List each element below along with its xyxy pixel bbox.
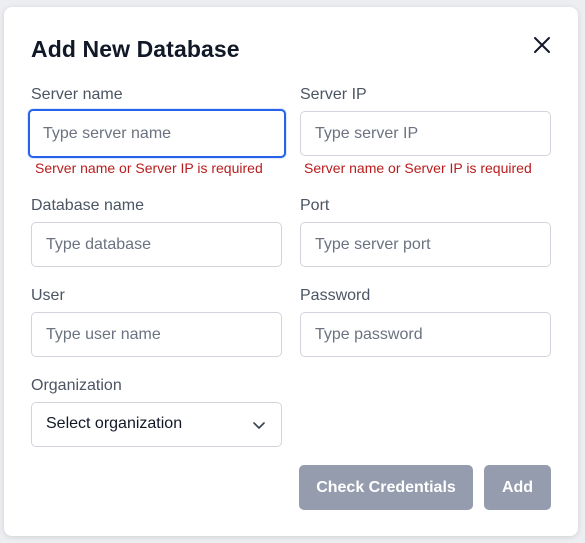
check-credentials-button[interactable]: Check Credentials bbox=[299, 465, 473, 510]
add-database-modal: Add New Database Server name Server name… bbox=[4, 7, 578, 536]
chevron-down-icon bbox=[253, 422, 265, 429]
server-ip-label: Server IP bbox=[300, 86, 367, 103]
user-input[interactable] bbox=[31, 312, 282, 357]
server-ip-input[interactable] bbox=[300, 111, 551, 156]
database-name-label: Database name bbox=[31, 197, 144, 214]
organization-select[interactable]: Select organization bbox=[31, 402, 282, 447]
server-name-error: Server name or Server IP is required bbox=[35, 160, 263, 176]
close-button[interactable] bbox=[530, 33, 554, 57]
modal-title: Add New Database bbox=[31, 36, 240, 62]
server-name-input[interactable] bbox=[28, 109, 286, 158]
server-name-label: Server name bbox=[31, 86, 123, 103]
password-input[interactable] bbox=[300, 312, 551, 357]
server-ip-error: Server name or Server IP is required bbox=[304, 160, 532, 176]
user-label: User bbox=[31, 287, 65, 304]
organization-select-value: Select organization bbox=[46, 415, 183, 432]
add-button[interactable]: Add bbox=[484, 465, 551, 510]
close-icon bbox=[534, 37, 550, 53]
database-name-input[interactable] bbox=[31, 222, 282, 267]
port-label: Port bbox=[300, 197, 330, 214]
port-input[interactable] bbox=[300, 222, 551, 267]
organization-label: Organization bbox=[31, 377, 122, 394]
password-label: Password bbox=[300, 287, 371, 304]
